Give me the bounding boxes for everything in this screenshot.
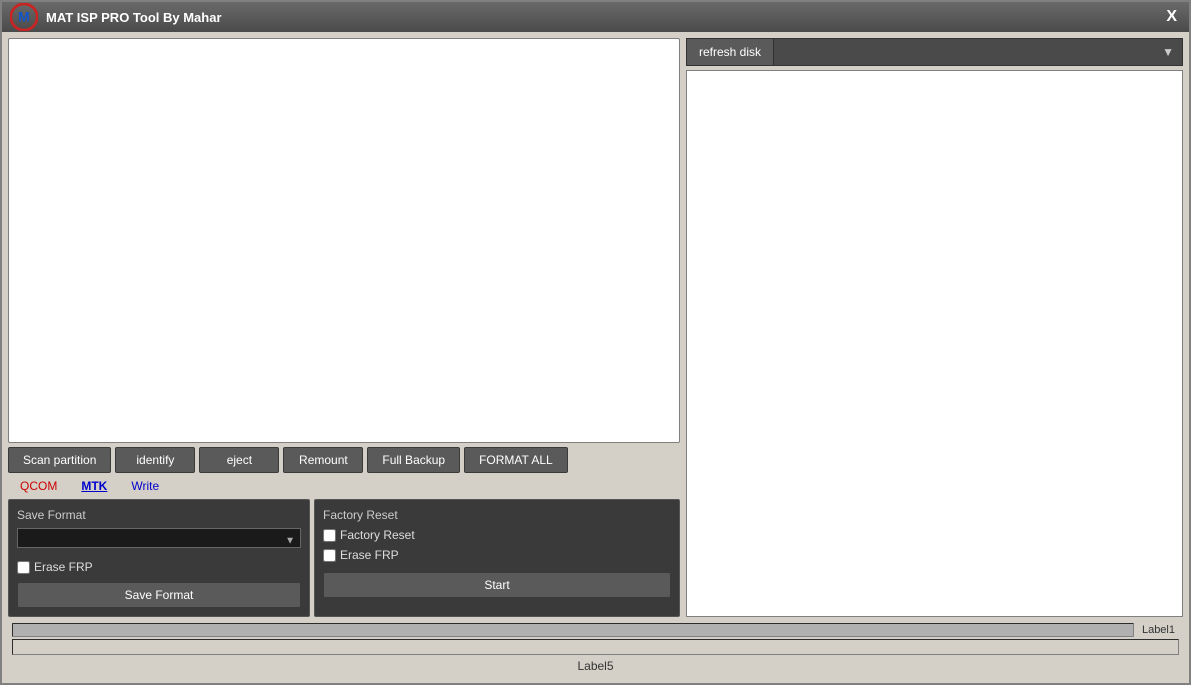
factory-reset-row: Factory Reset <box>323 528 671 542</box>
remount-button[interactable]: Remount <box>283 447 363 473</box>
app-title: MAT ISP PRO Tool By Mahar <box>46 10 222 25</box>
disk-dropdown-arrow-icon: ▼ <box>1162 45 1174 59</box>
save-format-panel: Save Format Erase FRP Save Format <box>8 499 310 617</box>
tab-write[interactable]: Write <box>119 477 171 495</box>
save-format-button[interactable]: Save Format <box>17 582 301 608</box>
label5: Label5 <box>12 657 1179 675</box>
save-format-dropdown[interactable] <box>17 528 301 548</box>
bottom-panels: Save Format Erase FRP Save Format <box>8 499 680 617</box>
identify-button[interactable]: identify <box>115 447 195 473</box>
format-all-button[interactable]: FORMAT ALL <box>464 447 568 473</box>
erase-frp-row: Erase FRP <box>17 560 301 574</box>
save-format-dropdown-wrapper <box>17 528 301 554</box>
top-section: Scan partition identify eject Remount Fu… <box>8 38 1183 617</box>
erase-frp-factory-label: Erase FRP <box>340 548 399 562</box>
main-window: M MAT ISP PRO Tool By Mahar X Scan parti… <box>0 0 1191 685</box>
action-buttons: Scan partition identify eject Remount Fu… <box>8 447 680 473</box>
left-panel: Scan partition identify eject Remount Fu… <box>8 38 680 617</box>
status-bar-bottom: Label1 Label5 <box>8 621 1183 677</box>
tabs-row: QCOM MTK Write <box>8 477 680 495</box>
title-bar: M MAT ISP PRO Tool By Mahar X <box>2 2 1189 32</box>
refresh-disk-button[interactable]: refresh disk <box>687 39 774 65</box>
factory-reset-label: Factory Reset <box>340 528 415 542</box>
svg-text:M: M <box>18 8 30 24</box>
status-input[interactable] <box>12 639 1179 655</box>
scan-partition-button[interactable]: Scan partition <box>8 447 111 473</box>
factory-reset-title: Factory Reset <box>323 508 671 522</box>
start-button[interactable]: Start <box>323 572 671 598</box>
factory-reset-checkbox[interactable] <box>323 529 336 542</box>
label-row <box>12 639 1179 655</box>
main-content: Scan partition identify eject Remount Fu… <box>2 32 1189 683</box>
erase-frp-label: Erase FRP <box>34 560 93 574</box>
tab-mtk[interactable]: MTK <box>69 477 119 495</box>
tab-qcom[interactable]: QCOM <box>8 477 69 495</box>
disk-toolbar: refresh disk ▼ <box>686 38 1183 66</box>
factory-reset-panel: Factory Reset Factory Reset Erase FRP St… <box>314 499 680 617</box>
label1: Label1 <box>1138 624 1179 636</box>
progress-bar <box>12 623 1134 637</box>
erase-frp-factory-row: Erase FRP <box>323 548 671 562</box>
close-button[interactable]: X <box>1162 8 1181 26</box>
log-area <box>8 38 680 443</box>
progress-row: Label1 <box>12 623 1179 637</box>
disk-list-area <box>686 70 1183 617</box>
app-logo: M <box>10 3 38 31</box>
right-panel: refresh disk ▼ <box>686 38 1183 617</box>
title-bar-left: M MAT ISP PRO Tool By Mahar <box>10 3 222 31</box>
disk-dropdown-area: ▼ <box>774 45 1182 59</box>
eject-button[interactable]: eject <box>199 447 279 473</box>
full-backup-button[interactable]: Full Backup <box>367 447 460 473</box>
erase-frp-factory-checkbox[interactable] <box>323 549 336 562</box>
save-format-title: Save Format <box>17 508 301 522</box>
erase-frp-checkbox[interactable] <box>17 561 30 574</box>
